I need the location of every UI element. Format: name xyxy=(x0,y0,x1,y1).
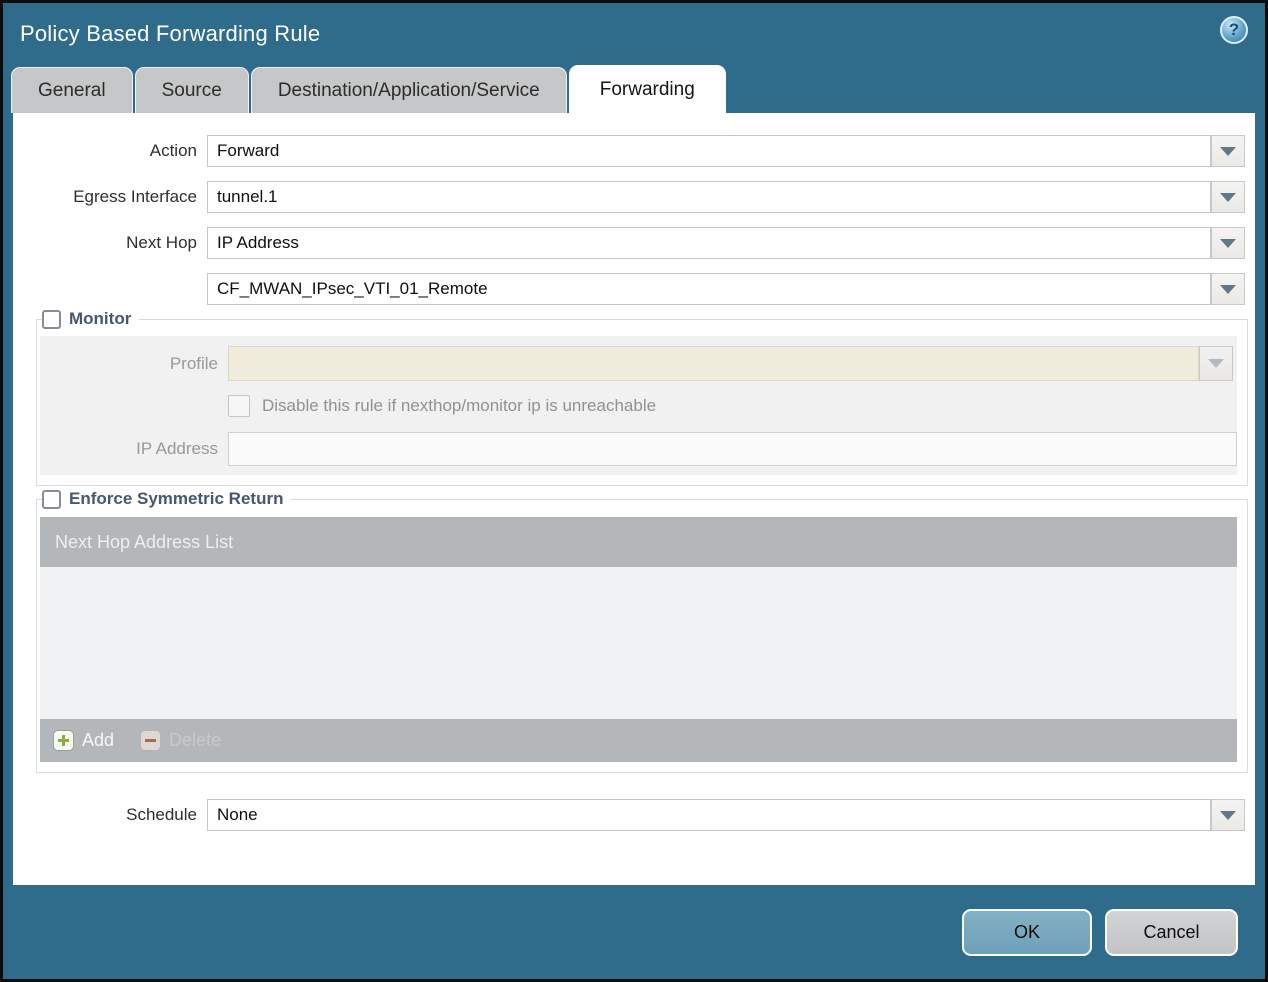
dialog-footer: OK Cancel xyxy=(3,885,1265,979)
disable-rule-checkbox xyxy=(228,395,250,417)
delete-button-label: Delete xyxy=(169,730,222,750)
add-button[interactable]: Add xyxy=(53,730,114,751)
monitor-ip-address-row: IP Address xyxy=(40,432,1237,466)
chevron-down-icon xyxy=(1220,146,1236,156)
next-hop-address-combo xyxy=(207,273,1245,305)
profile-label: Profile xyxy=(169,353,218,373)
schedule-row: Schedule xyxy=(13,799,1245,831)
chevron-down-icon xyxy=(1220,238,1236,248)
action-dropdown-button[interactable] xyxy=(1211,135,1245,167)
table-footer: Add Delete xyxy=(40,719,1237,762)
delete-button: Delete xyxy=(140,730,221,751)
egress-interface-combo xyxy=(207,181,1245,213)
action-label: Action xyxy=(149,141,197,160)
next-hop-row: Next Hop xyxy=(13,227,1245,259)
pbf-rule-dialog: Policy Based Forwarding Rule ? General S… xyxy=(0,0,1268,982)
symmetric-return-legend: Enforce Symmetric Return xyxy=(42,489,292,509)
action-combo xyxy=(207,135,1245,167)
table-header: Next Hop Address List xyxy=(40,517,1237,567)
next-hop-address-row xyxy=(13,273,1245,305)
add-button-label: Add xyxy=(82,730,115,750)
next-hop-label: Next Hop xyxy=(126,233,197,252)
tab-general[interactable]: General xyxy=(11,67,133,113)
next-hop-address-dropdown-button[interactable] xyxy=(1211,273,1245,305)
next-hop-type-dropdown-button[interactable] xyxy=(1211,227,1245,259)
help-icon[interactable]: ? xyxy=(1220,16,1248,44)
chevron-down-icon xyxy=(1220,192,1236,202)
cancel-button[interactable]: Cancel xyxy=(1105,908,1238,956)
egress-interface-dropdown-button[interactable] xyxy=(1211,181,1245,213)
plus-icon xyxy=(53,730,74,751)
ok-button[interactable]: OK xyxy=(962,908,1092,956)
monitor-box: Profile Disable this rule if nexthop/mon… xyxy=(40,336,1237,475)
schedule-combo xyxy=(207,799,1245,831)
action-input[interactable] xyxy=(207,135,1211,167)
egress-interface-input[interactable] xyxy=(207,181,1211,213)
chevron-down-icon xyxy=(1208,359,1224,368)
chevron-down-icon xyxy=(1220,284,1236,294)
monitor-ip-address-label: IP Address xyxy=(136,439,218,458)
next-hop-address-input[interactable] xyxy=(207,273,1211,305)
profile-combo xyxy=(228,346,1233,381)
next-hop-type-combo xyxy=(207,227,1245,259)
help-glyph: ? xyxy=(1228,20,1240,39)
schedule-dropdown-button[interactable] xyxy=(1211,799,1245,831)
profile-input xyxy=(228,346,1199,381)
symmetric-return-fieldset: Enforce Symmetric Return Next Hop Addres… xyxy=(36,489,1248,773)
symmetric-return-checkbox[interactable] xyxy=(42,489,61,509)
minus-icon xyxy=(140,730,162,751)
monitor-ip-address-input xyxy=(228,432,1237,466)
profile-dropdown-button xyxy=(1199,346,1233,381)
schedule-label: Schedule xyxy=(126,805,197,824)
symmetric-return-legend-label: Enforce Symmetric Return xyxy=(69,489,284,508)
forwarding-tab-panel: Action Egress Interface Next Hop xyxy=(13,113,1255,885)
egress-interface-label: Egress Interface xyxy=(73,187,197,206)
disable-rule-row: Disable this rule if nexthop/monitor ip … xyxy=(228,395,1237,417)
monitor-legend: Monitor xyxy=(42,309,140,329)
next-hop-type-input[interactable] xyxy=(207,227,1211,259)
tab-source[interactable]: Source xyxy=(134,67,249,113)
action-row: Action xyxy=(13,135,1245,167)
disable-rule-label: Disable this rule if nexthop/monitor ip … xyxy=(262,396,657,415)
tab-strip: General Source Destination/Application/S… xyxy=(3,65,1265,113)
dialog-title: Policy Based Forwarding Rule xyxy=(20,21,321,46)
table-header-label: Next Hop Address List xyxy=(55,531,234,552)
schedule-input[interactable] xyxy=(207,799,1211,831)
tab-destination-application-service[interactable]: Destination/Application/Service xyxy=(250,67,567,113)
dialog-titlebar: Policy Based Forwarding Rule ? xyxy=(3,3,1265,65)
monitor-legend-label: Monitor xyxy=(69,309,132,328)
egress-interface-row: Egress Interface xyxy=(13,181,1245,213)
chevron-down-icon xyxy=(1220,810,1236,820)
next-hop-address-list-table: Next Hop Address List Add Delete xyxy=(40,517,1237,762)
monitor-fieldset: Monitor Profile Disable this rule if nex… xyxy=(36,309,1248,486)
table-body[interactable] xyxy=(40,567,1237,719)
profile-row: Profile xyxy=(40,346,1237,381)
monitor-checkbox[interactable] xyxy=(42,309,61,329)
tab-forwarding[interactable]: Forwarding xyxy=(568,65,726,113)
